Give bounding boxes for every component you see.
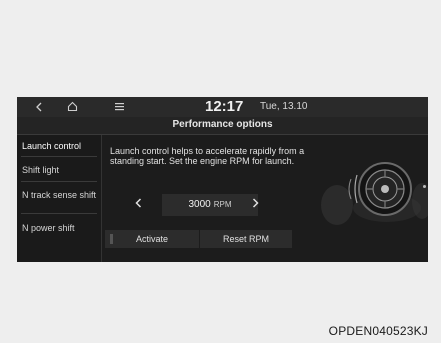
page-indicator-dot [423, 185, 426, 188]
sidebar-item-launch-control[interactable]: Launch control [17, 141, 101, 151]
sidebar-item-n-power-shift[interactable]: N power shift [17, 223, 101, 233]
sidebar-item-label: Shift light [22, 165, 60, 175]
spinning-wheel-illustration [321, 162, 428, 225]
home-button[interactable] [67, 99, 78, 116]
divider [21, 213, 97, 214]
launch-control-description: Launch control helps to accelerate rapid… [110, 146, 305, 166]
activate-label: Activate [135, 234, 168, 244]
reset-rpm-label: Reset RPM [222, 234, 269, 244]
rpm-decrease-button[interactable] [135, 197, 142, 211]
chevron-right-icon [252, 198, 259, 208]
rpm-readout: 3000 RPM [162, 199, 258, 210]
figure-code: OPDEN040523KJ [328, 324, 428, 338]
title-bar: Performance options [17, 117, 428, 135]
rpm-unit: RPM [213, 200, 232, 209]
menu-button[interactable] [115, 99, 124, 115]
infotainment-screen: 12:17 Tue, 13.10 Performance options Lau… [17, 97, 428, 262]
rpm-value: 3000 [188, 199, 211, 210]
reset-rpm-button[interactable]: Reset RPM [200, 230, 292, 248]
sidebar: Launch control Shift light N track sense… [17, 135, 102, 262]
sidebar-item-n-track-sense-shift[interactable]: N track sense shift [17, 190, 97, 200]
sidebar-item-label: N power shift [22, 223, 75, 233]
status-bar: 12:17 Tue, 13.10 [17, 97, 428, 117]
chevron-left-icon [36, 102, 42, 112]
divider [21, 156, 97, 157]
sidebar-item-shift-light[interactable]: Shift light [17, 165, 101, 175]
divider [21, 181, 97, 182]
chevron-left-icon [135, 198, 142, 208]
rpm-increase-button[interactable] [252, 197, 259, 211]
activate-button[interactable]: Activate [105, 230, 199, 248]
rpm-value-display: 3000 RPM [162, 194, 258, 216]
home-icon [67, 101, 78, 112]
sidebar-item-label: Launch control [22, 141, 82, 151]
menu-icon [115, 103, 124, 111]
back-button[interactable] [35, 99, 43, 116]
date: Tue, 13.10 [260, 101, 308, 112]
clock: 12:17 [205, 98, 244, 115]
page-title: Performance options [172, 119, 273, 130]
sidebar-item-label: N track sense shift [22, 190, 97, 200]
